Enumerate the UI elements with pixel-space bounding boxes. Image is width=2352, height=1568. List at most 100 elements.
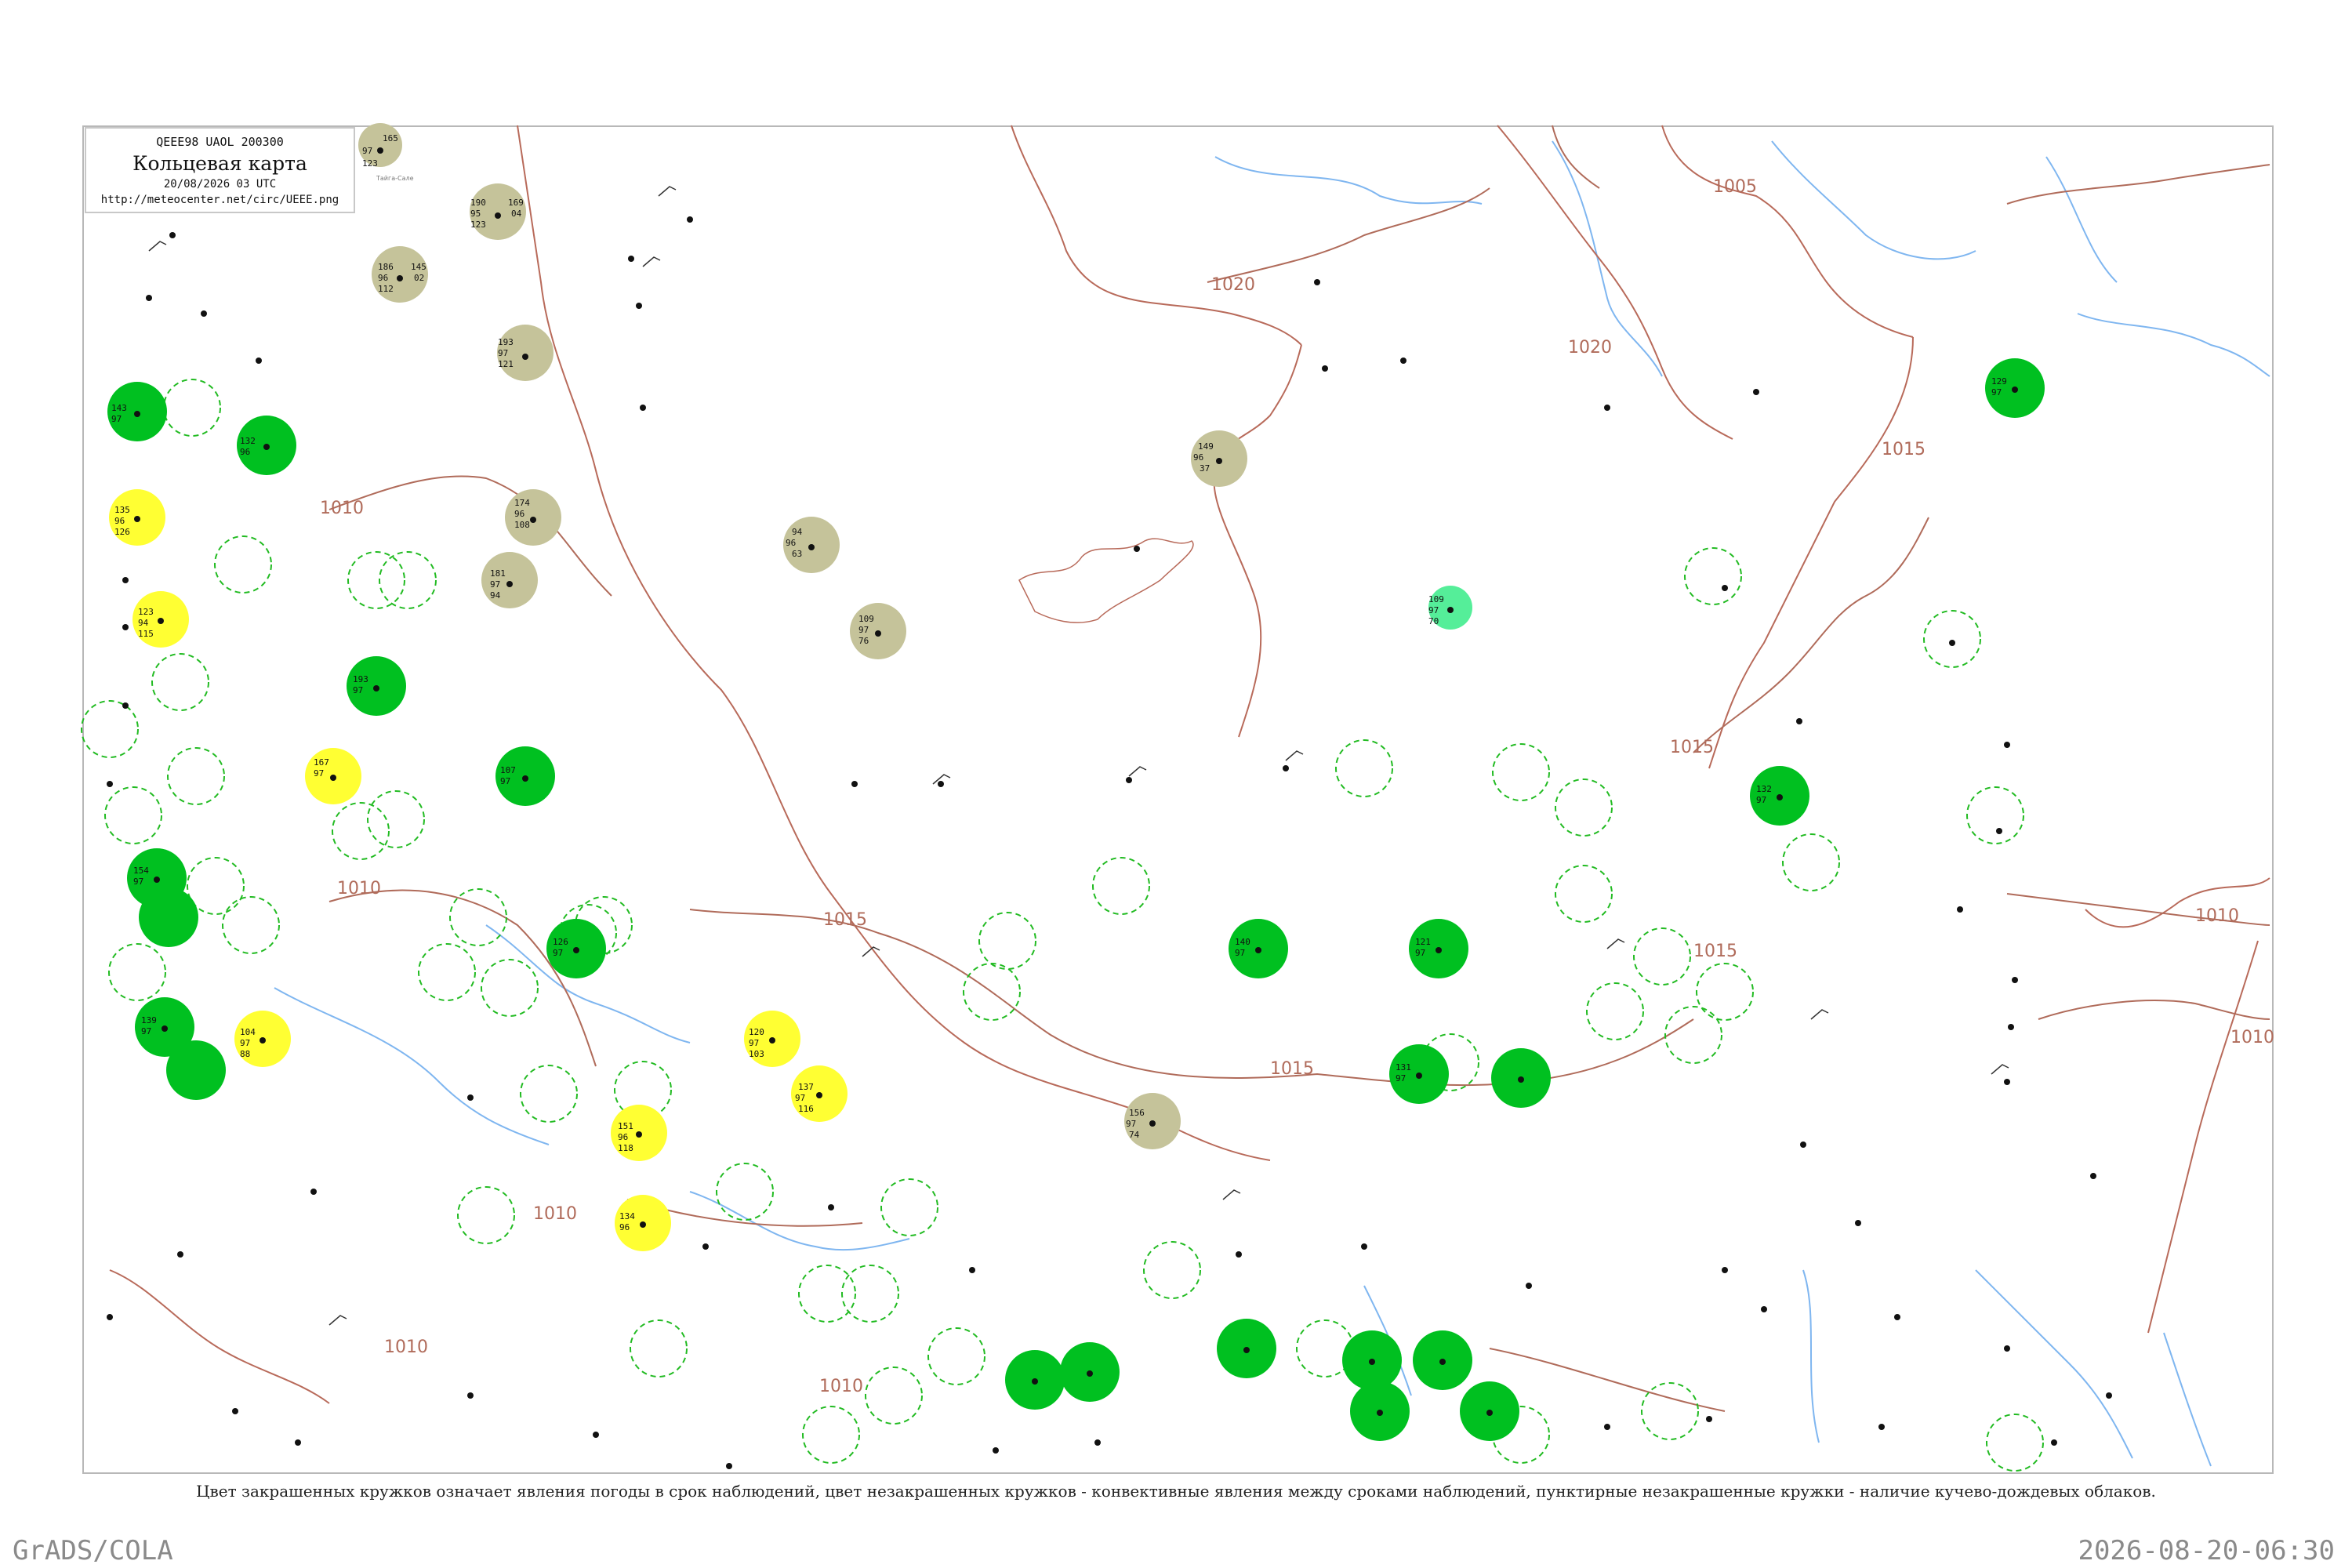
station-temp: 96: [114, 516, 125, 526]
station-pressure: 134: [619, 1211, 635, 1221]
station-temp: 96: [619, 1222, 630, 1232]
station-pressure: 151: [618, 1121, 633, 1131]
isobar-label-1015-c: 1015: [823, 910, 867, 930]
render-timestamp: 2026-08-20-06:30: [2078, 1535, 2335, 1566]
weather-map: 1020 1020 1005 1015 1015 1015 1015 1015 …: [81, 123, 2274, 1472]
station-pressure: 165: [383, 133, 398, 143]
station-pressure: 120: [749, 1027, 764, 1037]
cb-rings: [81, 379, 2044, 1472]
station-temp: 97: [141, 1026, 151, 1036]
station-temp: 96: [378, 273, 388, 283]
station-temp: 97: [1428, 605, 1439, 615]
station-temp: 97: [553, 948, 563, 958]
station-dew: 63: [792, 549, 802, 559]
station-temp: 96: [514, 509, 524, 519]
isobar-label-1010-e: 1010: [2195, 906, 2239, 926]
station-pressure: 132: [240, 436, 256, 446]
station-temp: 97: [1396, 1073, 1406, 1083]
station-pressure: 156: [1129, 1108, 1145, 1118]
isobar-label-1010-b: 1010: [337, 879, 381, 898]
station-dew: 118: [618, 1143, 633, 1153]
station-pressure: 140: [1235, 937, 1250, 947]
weather-circles: [107, 123, 2045, 1441]
station-pressure: 186: [378, 262, 394, 272]
station-pressure: 145: [411, 262, 426, 272]
station-temp: 97: [749, 1038, 759, 1048]
station-name: Тайга-Сале: [376, 175, 414, 182]
station-dew: 126: [114, 527, 130, 537]
station-pressure: 139: [141, 1015, 157, 1025]
isobar-label-1010-c: 1010: [533, 1204, 577, 1224]
observation-datetime: 20/08/2026 03 UTC: [163, 178, 277, 191]
station-temp: 97: [314, 768, 324, 779]
borders: [109, 125, 2270, 1404]
station-pressure: 143: [111, 403, 127, 413]
station-pressure: 109: [858, 614, 874, 624]
station-dew: 70: [1428, 616, 1439, 626]
station-temp: 96: [618, 1132, 628, 1142]
station-temp: 04: [511, 209, 522, 219]
station-pressure: 167: [314, 757, 329, 768]
station-temp: 96: [240, 447, 250, 457]
station-temp: 97: [500, 776, 510, 786]
station-pressure: 126: [553, 937, 568, 947]
station-temp: 96: [1193, 452, 1203, 463]
station-temp: 97: [1415, 948, 1425, 958]
station-pressure: 149: [1198, 441, 1214, 452]
station-pressure: 104: [240, 1027, 256, 1037]
station-dew: 123: [470, 220, 486, 230]
isobar-label-1015-e: 1015: [1693, 942, 1737, 961]
station-pressure: 94: [792, 527, 803, 537]
station-temp: 96: [786, 538, 796, 548]
station-temp: 97: [795, 1093, 805, 1103]
isobar-label-1010-g: 1010: [384, 1338, 428, 1357]
station-pressure: 193: [498, 337, 514, 347]
coastline: [1018, 538, 1194, 623]
isobar-label-1020: 1020: [1211, 275, 1255, 295]
station-pressure: 181: [490, 568, 506, 579]
station-dew: 116: [798, 1104, 814, 1114]
station-dew: 103: [749, 1049, 764, 1059]
isobar-label-1015: 1015: [1882, 440, 1926, 459]
station-temp: 95: [470, 209, 481, 219]
station-temp: 97: [111, 414, 122, 424]
source-url[interactable]: http://meteocenter.net/circ/UEEE.png: [86, 194, 354, 206]
station-temp: 97: [240, 1038, 250, 1048]
isobar-label-1010-d: 1010: [819, 1377, 863, 1396]
station-dew: 88: [240, 1049, 250, 1059]
isobar-label-1015-b: 1015: [1670, 738, 1714, 757]
station-pressure: 193: [353, 674, 368, 684]
station-pressure: 137: [798, 1082, 814, 1092]
station-temp: 97: [858, 625, 869, 635]
station-temp: 97: [498, 348, 508, 358]
isobar-label-1020-b: 1020: [1568, 338, 1612, 358]
station-dew: 123: [362, 158, 378, 169]
station-temp: 97: [1126, 1119, 1136, 1129]
station-pressure: 129: [1991, 376, 2007, 387]
station-pressure: 135: [114, 505, 130, 515]
station-dew: 76: [858, 636, 869, 646]
isobar-label-1005: 1005: [1713, 177, 1757, 197]
station-temp: 94: [138, 618, 149, 628]
isobar-label-1015-d: 1015: [1270, 1059, 1314, 1079]
station-temp: 97: [1991, 387, 2002, 397]
wind-barbs: [148, 186, 2009, 1326]
station-pressure: 109: [1428, 594, 1444, 604]
station-temp: 97: [362, 146, 372, 156]
station-dew: 108: [514, 520, 530, 530]
station-pressure: 169: [508, 198, 524, 208]
map-caption: Цвет закрашенных кружков означает явлени…: [196, 1482, 2156, 1501]
station-temp: 97: [490, 579, 500, 590]
station-dew: 121: [498, 359, 514, 369]
rivers: [274, 140, 2270, 1467]
bulletin-code: QEEE98 UAOL 200300: [156, 135, 284, 149]
map-title-box: QEEE98 UAOL 200300 Кольцевая карта 20/08…: [85, 127, 355, 213]
station-pressure: 174: [514, 498, 530, 508]
software-label: GrADS/COLA: [13, 1535, 173, 1566]
station-pressure: 131: [1396, 1062, 1411, 1073]
station-pressure: 123: [138, 607, 154, 617]
station-temp: 97: [1756, 795, 1766, 805]
station-temp: 97: [353, 685, 363, 695]
station-dew: 115: [138, 629, 154, 639]
isobar-label-1010: 1010: [320, 499, 364, 518]
